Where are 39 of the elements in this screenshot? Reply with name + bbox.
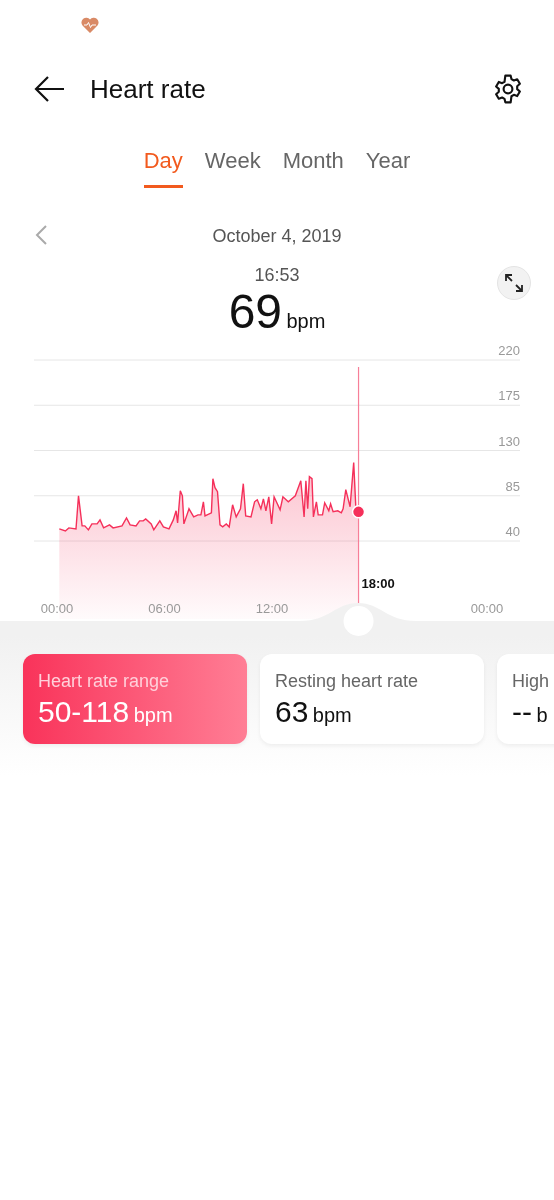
card-unit: bpm xyxy=(133,704,173,726)
x-axis-label: 00:00 xyxy=(40,601,74,616)
expand-icon xyxy=(504,273,524,293)
x-axis-label: 00:00 xyxy=(470,601,504,616)
card-title: Heart rate range xyxy=(38,670,171,693)
y-axis-label: 85 xyxy=(505,478,520,494)
period-tab[interactable]: Week xyxy=(204,144,261,188)
card-unit: b xyxy=(536,704,548,726)
stat-card[interactable]: Heart rate range 50-118 bpm xyxy=(23,654,247,744)
period-tab[interactable]: Day xyxy=(143,144,183,188)
y-axis-label: 130 xyxy=(498,433,520,449)
page-title: Heart rate xyxy=(90,72,206,106)
heart-rate-unit: bpm xyxy=(286,310,326,332)
stat-card[interactable]: Resting heart rate 63 bpm xyxy=(260,654,484,744)
reading-time: 16:53 xyxy=(254,265,300,285)
card-unit: bpm xyxy=(312,704,352,726)
card-value: 63 xyxy=(275,695,309,728)
card-value: -- xyxy=(512,695,532,728)
period-tab[interactable]: Month xyxy=(282,144,344,188)
card-title: Resting heart rate xyxy=(275,670,420,693)
settings-icon xyxy=(492,73,524,105)
heart-rate-icon xyxy=(81,16,99,33)
back-button[interactable] xyxy=(34,75,66,103)
x-axis-label: 06:00 xyxy=(148,601,181,616)
chevron-left-icon xyxy=(34,224,48,246)
y-axis-label: 220 xyxy=(498,343,520,358)
expand-button[interactable] xyxy=(497,266,531,300)
card-value: 50-118 xyxy=(38,695,130,728)
stat-card[interactable]: High --b xyxy=(497,654,554,744)
card-title: High xyxy=(512,670,551,693)
cursor-time-label: 18:00 xyxy=(361,576,395,591)
back-arrow-icon xyxy=(34,75,66,103)
y-axis-label: 175 xyxy=(498,388,520,404)
y-axis-label: 40 xyxy=(505,524,520,539)
heart-rate-value: 69 xyxy=(228,285,282,338)
period-tab[interactable]: Year xyxy=(365,144,411,188)
date-label: October 4, 2019 xyxy=(212,224,342,248)
settings-button[interactable] xyxy=(492,73,524,105)
x-axis-label: 12:00 xyxy=(255,601,289,616)
